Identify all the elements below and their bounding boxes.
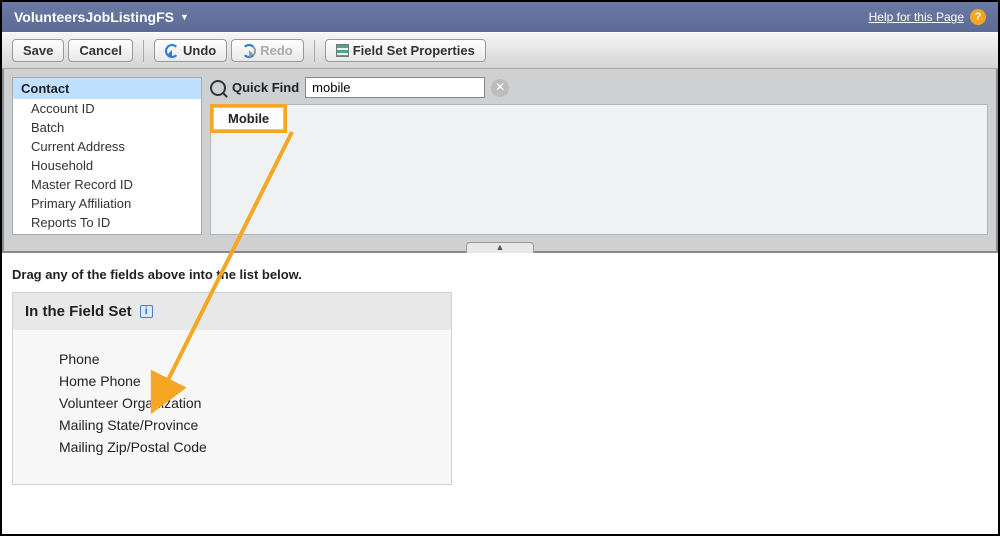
category-item[interactable]: Household: [13, 156, 201, 175]
undo-icon: [165, 44, 179, 58]
help-link[interactable]: Help for this Page: [869, 10, 964, 24]
help-icon[interactable]: ?: [970, 9, 986, 25]
category-item[interactable]: Account ID: [13, 99, 201, 118]
field-chip-mobile[interactable]: Mobile: [213, 107, 284, 130]
quick-find-input[interactable]: [305, 77, 485, 98]
help-group: Help for this Page ?: [869, 9, 986, 25]
category-item[interactable]: Current Address: [13, 137, 201, 156]
fieldset-panel: In the Field Set i Phone Home Phone Volu…: [12, 292, 452, 485]
divider: [314, 40, 315, 62]
toolbar: Save Cancel Undo Redo Field Set Properti…: [2, 32, 998, 69]
category-item[interactable]: Primary Affiliation: [13, 194, 201, 213]
quick-find-label: Quick Find: [232, 80, 299, 95]
search-icon: [210, 80, 226, 96]
fieldset-item[interactable]: Mailing Zip/Postal Code: [59, 436, 441, 458]
fieldset-title: In the Field Set: [25, 303, 132, 320]
grid-icon: [336, 44, 349, 57]
page-title: VolunteersJobListingFS ▼: [14, 9, 189, 25]
cancel-button[interactable]: Cancel: [68, 39, 133, 62]
fieldset-header: In the Field Set i: [13, 293, 451, 330]
finder-panel: Quick Find ✕ Mobile: [210, 77, 988, 235]
palette-area: Contact Account ID Batch Current Address…: [2, 69, 998, 253]
fieldset-item[interactable]: Phone: [59, 348, 441, 370]
drag-instruction: Drag any of the fields above into the li…: [2, 253, 998, 292]
fieldset-item[interactable]: Mailing State/Province: [59, 414, 441, 436]
redo-button[interactable]: Redo: [231, 39, 304, 62]
category-item[interactable]: Master Record ID: [13, 175, 201, 194]
title-dropdown-icon[interactable]: ▼: [180, 12, 189, 22]
fieldset-properties-button[interactable]: Field Set Properties: [325, 39, 486, 62]
fieldset-body[interactable]: Phone Home Phone Volunteer Organization …: [13, 330, 451, 484]
collapse-palette-button[interactable]: ▲: [466, 242, 534, 253]
page-title-text: VolunteersJobListingFS: [14, 9, 174, 25]
category-contact[interactable]: Contact: [13, 78, 201, 99]
search-results: Mobile: [210, 104, 988, 235]
page-header: VolunteersJobListingFS ▼ Help for this P…: [2, 2, 998, 32]
undo-button[interactable]: Undo: [154, 39, 227, 62]
fieldset-item[interactable]: Volunteer Organization: [59, 392, 441, 414]
category-item[interactable]: Reports To ID: [13, 213, 201, 232]
category-item[interactable]: Batch: [13, 118, 201, 137]
divider: [143, 40, 144, 62]
redo-icon: [242, 44, 256, 58]
clear-search-button[interactable]: ✕: [491, 79, 509, 97]
info-icon[interactable]: i: [140, 305, 153, 318]
save-button[interactable]: Save: [12, 39, 64, 62]
category-list[interactable]: Contact Account ID Batch Current Address…: [12, 77, 202, 235]
fieldset-item[interactable]: Home Phone: [59, 370, 441, 392]
